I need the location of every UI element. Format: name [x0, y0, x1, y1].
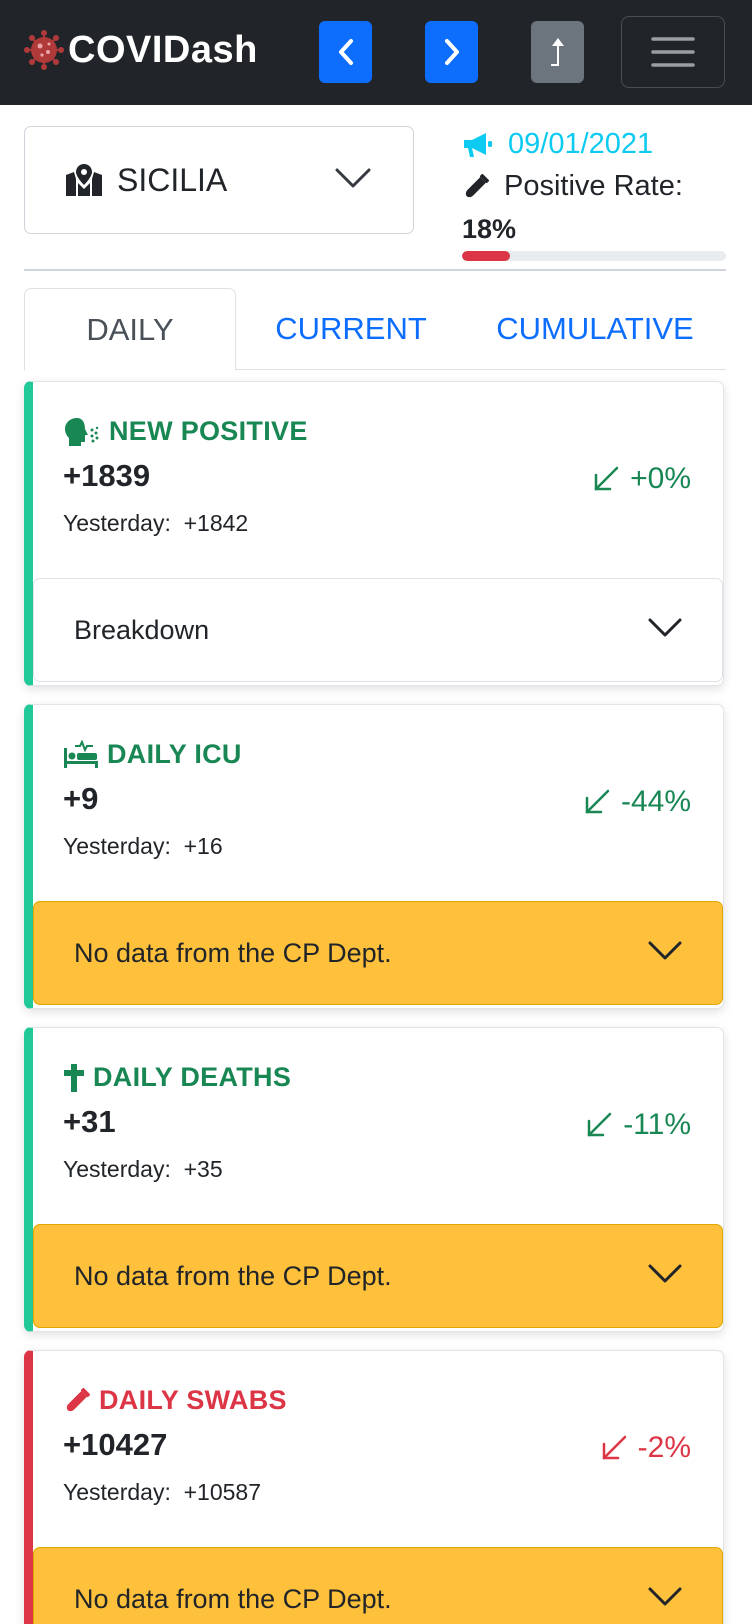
view-tabs: DAILY CURRENT CUMULATIVE: [24, 288, 726, 371]
date-text: 09/01/2021: [508, 128, 654, 160]
card-yesterday: Yesterday: +16: [63, 833, 223, 860]
chevron-down-icon: [335, 168, 371, 188]
navbar: COVIDash: [0, 0, 752, 105]
chevron-down-icon: [648, 1264, 682, 1283]
bullhorn-icon: [464, 132, 492, 157]
procedures-icon: [63, 739, 99, 770]
level-up-icon: [550, 38, 564, 66]
vial-icon: [63, 1387, 91, 1415]
card-yesterday: Yesterday: +1842: [63, 510, 248, 537]
app-title: COVIDash: [68, 28, 258, 71]
chevron-down-icon: [648, 618, 682, 637]
card-yesterday: Yesterday: +10587: [63, 1479, 261, 1506]
card-value: +9: [63, 781, 99, 816]
card-value: +1839: [63, 458, 151, 493]
map-marked-icon: [66, 164, 102, 196]
yesterday-value: +1842: [183, 510, 249, 536]
positive-rate-value: 18%: [462, 214, 517, 244]
card-daily-swabs: DAILY SWABS +10427 Yesterday: +10587 -2%…: [24, 1350, 724, 1624]
previous-day-button[interactable]: [319, 21, 372, 83]
positive-rate-progress: [462, 251, 726, 261]
trend-value: -2%: [637, 1431, 691, 1464]
cross-icon: [63, 1063, 85, 1093]
chevron-right-icon: [444, 39, 459, 65]
card-trend: -11%: [585, 1108, 691, 1142]
card-yesterday: Yesterday: +35: [63, 1156, 223, 1183]
brand[interactable]: COVIDash: [22, 28, 258, 72]
chevron-left-icon: [338, 39, 353, 65]
card-title-text: DAILY DEATHS: [93, 1062, 292, 1092]
tab-daily[interactable]: DAILY: [24, 288, 236, 371]
yesterday-label: Yesterday:: [63, 510, 171, 536]
last-update-date: 09/01/2021: [462, 128, 653, 161]
card-title-text: NEW POSITIVE: [109, 416, 308, 446]
card-title-text: DAILY ICU: [107, 739, 242, 769]
next-day-button[interactable]: [425, 21, 478, 83]
yesterday-label: Yesterday:: [63, 833, 171, 859]
yesterday-label: Yesterday:: [63, 1156, 171, 1182]
card-value: +10427: [63, 1427, 168, 1462]
yesterday-value: +35: [183, 1156, 223, 1182]
region-select[interactable]: SICILIA: [24, 126, 414, 234]
positive-rate-progress-fill: [462, 251, 510, 261]
card-title: DAILY ICU: [63, 739, 242, 770]
trend-value: -44%: [620, 785, 691, 818]
accordion-label: No data from the CP Dept.: [74, 1583, 392, 1614]
chevron-down-icon: [648, 941, 682, 960]
yesterday-value: +16: [183, 833, 223, 859]
accordion-label: No data from the CP Dept.: [74, 1260, 392, 1291]
trend-value: +0%: [630, 462, 691, 495]
card-trend: +0%: [592, 462, 691, 496]
yesterday-value: +10587: [183, 1479, 262, 1505]
card-daily-deaths: DAILY DEATHS +31 Yesterday: +35 -11% No …: [24, 1027, 724, 1332]
card-value: +31: [63, 1104, 116, 1139]
card-trend: -2%: [600, 1431, 691, 1465]
accordion-label: No data from the CP Dept.: [74, 937, 392, 968]
menu-toggle-button[interactable]: [621, 16, 725, 88]
no-data-accordion[interactable]: No data from the CP Dept.: [33, 901, 723, 1005]
card-title: DAILY DEATHS: [63, 1062, 291, 1093]
yesterday-label: Yesterday:: [63, 1479, 171, 1505]
no-data-accordion[interactable]: No data from the CP Dept.: [33, 1224, 723, 1328]
share-button[interactable]: [531, 21, 584, 83]
card-title-text: DAILY SWABS: [99, 1385, 287, 1415]
vial-icon: [465, 173, 490, 197]
no-data-accordion[interactable]: No data from the CP Dept.: [33, 1547, 723, 1624]
card-trend: -44%: [583, 785, 691, 819]
card-new-positive: NEW POSITIVE +1839 Yesterday: +1842 +0% …: [24, 381, 724, 686]
positive-rate-text: Positive Rate:: [504, 170, 683, 202]
region-selected-value: SICILIA: [117, 161, 228, 198]
arrow-down-left-icon: [587, 1112, 612, 1137]
tab-current[interactable]: CURRENT: [240, 288, 462, 370]
hamburger-icon: [651, 37, 695, 67]
card-title: DAILY SWABS: [63, 1385, 287, 1416]
positive-rate-label: Positive Rate:: [462, 170, 683, 203]
breakdown-accordion[interactable]: Breakdown: [33, 578, 723, 682]
arrow-down-left-icon: [594, 466, 619, 491]
virus-spread-icon: [63, 417, 101, 447]
chevron-down-icon: [648, 1587, 682, 1606]
accordion-label: Breakdown: [74, 614, 210, 645]
divider: [24, 269, 726, 271]
arrow-down-left-icon: [602, 1435, 626, 1460]
tab-cumulative[interactable]: CUMULATIVE: [464, 288, 726, 370]
card-title: NEW POSITIVE: [63, 416, 308, 447]
virus-logo-icon: [24, 30, 64, 70]
trend-value: -11%: [623, 1108, 691, 1141]
arrow-down-left-icon: [585, 789, 610, 814]
card-daily-icu: DAILY ICU +9 Yesterday: +16 -44% No data…: [24, 704, 724, 1009]
